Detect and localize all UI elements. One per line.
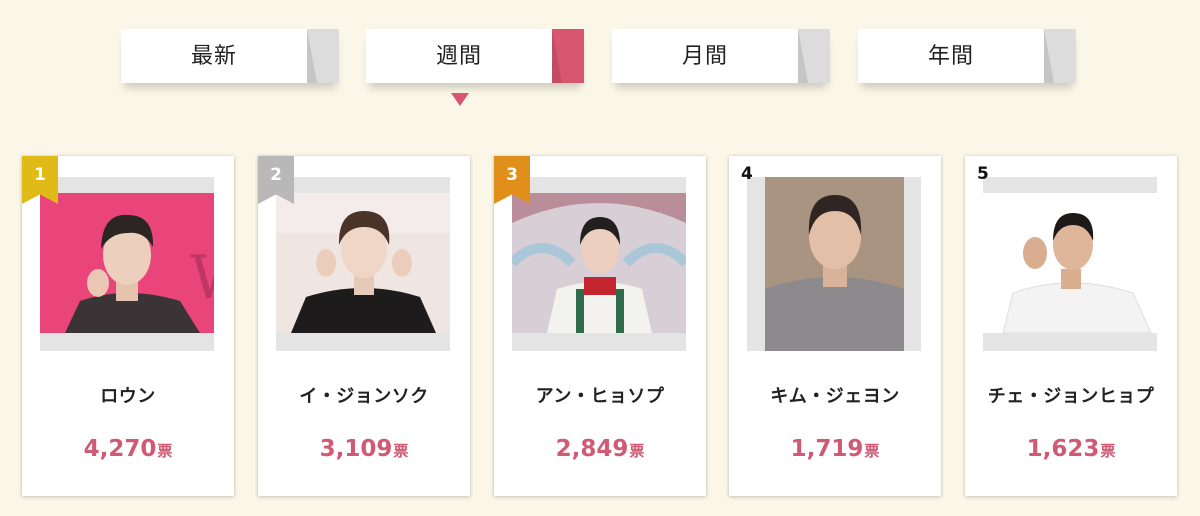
vote-count: 2,849票 (494, 436, 706, 462)
vote-unit: 票 (1100, 442, 1116, 460)
person-photo[interactable] (276, 193, 450, 333)
tab-monthly[interactable]: 月間 (612, 29, 830, 83)
active-tab-indicator-icon (451, 93, 469, 106)
tab-label: 月間 (681, 44, 728, 69)
vote-unit: 票 (629, 442, 645, 460)
tab-label: 週間 (435, 44, 482, 69)
tab-label: 年間 (927, 44, 974, 69)
tab-flag (1044, 29, 1076, 83)
person-name: アン・ヒョソプ (535, 386, 665, 407)
tab-weekly[interactable]: 週間 (366, 29, 584, 83)
vote-number: 1,719 (790, 436, 864, 462)
vote-number: 1,623 (1026, 436, 1100, 462)
ranking-card[interactable]: 4 キム・ジェヨン 1,719票 (729, 156, 941, 496)
svg-text:W: W (190, 243, 214, 313)
ranking-card[interactable]: 3 アン・ヒョソプ 2,849票 (494, 156, 706, 496)
person-photo[interactable]: W (40, 193, 214, 333)
ranking-card[interactable]: 2 イ・ジョンソク 3,109票 (258, 156, 470, 496)
rank-number: 5 (977, 164, 989, 184)
vote-number: 2,849 (555, 436, 629, 462)
tab-flag (552, 29, 584, 83)
tab-yearly[interactable]: 年間 (858, 29, 1076, 83)
vote-count: 4,270票 (22, 436, 234, 462)
tab-flag (798, 29, 830, 83)
vote-count: 1,719票 (729, 436, 941, 462)
vote-count: 1,623票 (965, 436, 1177, 462)
person-photo[interactable] (765, 177, 904, 351)
vote-unit: 票 (393, 442, 409, 460)
tab-latest[interactable]: 最新 (121, 29, 339, 83)
person-photo[interactable] (983, 193, 1157, 333)
person-name: キム・ジェヨン (770, 386, 900, 407)
rank-number: 4 (741, 164, 753, 184)
ranking-card[interactable]: 1 W ロウン 4,270票 (22, 156, 234, 496)
person-photo[interactable] (512, 193, 686, 333)
vote-number: 4,270 (83, 436, 157, 462)
tab-flag (307, 29, 339, 83)
vote-unit: 票 (157, 442, 173, 460)
vote-unit: 票 (864, 442, 880, 460)
person-name: チェ・ジョンヒョプ (987, 386, 1155, 407)
period-tabs: 最新 週間 月間 年間 (0, 0, 1200, 120)
vote-count: 3,109票 (258, 436, 470, 462)
tab-label: 最新 (190, 44, 237, 69)
ranking-card[interactable]: 5 チェ・ジョンヒョプ 1,623票 (965, 156, 1177, 496)
vote-number: 3,109 (319, 436, 393, 462)
person-name: ロウン (100, 386, 156, 407)
person-name: イ・ジョンソク (299, 386, 429, 407)
